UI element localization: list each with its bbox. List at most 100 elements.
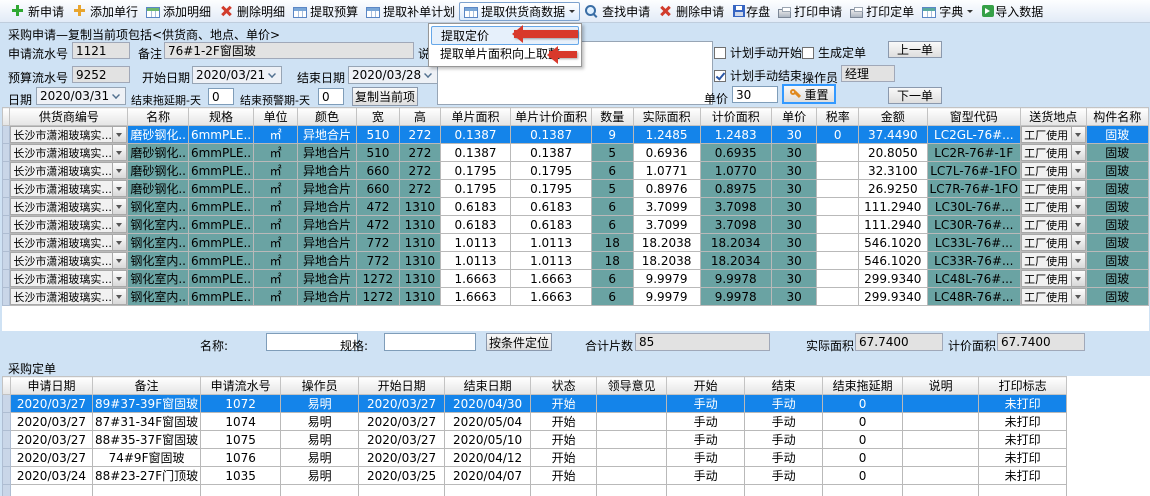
cell-unit[interactable]: ㎡ [254, 126, 298, 144]
cell-serial[interactable] [201, 485, 281, 496]
cell-delivery[interactable]: 工厂使用 [1021, 252, 1086, 270]
cell-price_area[interactable]: 3.7098 [700, 216, 771, 234]
cell-price_area[interactable]: 3.7098 [700, 198, 771, 216]
cell-print_flag[interactable] [979, 485, 1067, 496]
toolbar-button-delete-detail[interactable]: 删除明细 [215, 2, 289, 21]
cell-delivery[interactable]: 工厂使用 [1021, 126, 1086, 144]
cell-start[interactable]: 手动 [667, 467, 745, 485]
cell-price_area[interactable]: 9.9978 [700, 288, 771, 306]
cell-unit_price[interactable]: 30 [771, 198, 817, 216]
cell-delivery[interactable]: 工厂使用 [1021, 234, 1086, 252]
cell-amount[interactable]: 546.1020 [859, 252, 928, 270]
column-header-supplier[interactable]: 供货商编号 [10, 108, 128, 126]
cell-actual_area[interactable]: 3.7099 [633, 216, 700, 234]
cell-leader[interactable] [597, 395, 667, 413]
cell-amount[interactable]: 37.4490 [859, 126, 928, 144]
column-header-price_area[interactable]: 计价面积 [700, 108, 771, 126]
cell-leader[interactable] [597, 431, 667, 449]
cell-amount[interactable]: 111.2940 [859, 198, 928, 216]
cell-print_flag[interactable]: 未打印 [979, 395, 1067, 413]
cell-width[interactable]: 472 [356, 216, 399, 234]
cell-width[interactable]: 772 [356, 252, 399, 270]
generate-order-checkbox[interactable]: 生成定单 [802, 44, 866, 61]
cell-req_date[interactable]: 2020/03/27 [11, 395, 93, 413]
column-header-operator[interactable]: 操作员 [281, 377, 359, 395]
column-header-delay[interactable]: 结束拖延期 [823, 377, 903, 395]
cell-tax[interactable] [817, 252, 859, 270]
cell-note[interactable]: 74#9F窗固玻 [93, 449, 201, 467]
cell-piece_price_area[interactable]: 0.1795 [511, 162, 592, 180]
table-row[interactable] [3, 485, 1067, 496]
cell-name[interactable]: 钢化室内.. [128, 288, 189, 306]
cell-status[interactable]: 开始 [531, 431, 597, 449]
cell-sel[interactable] [3, 288, 10, 306]
column-header-width[interactable]: 宽 [356, 108, 399, 126]
cell-amount[interactable]: 546.1020 [859, 234, 928, 252]
cell-note[interactable]: 89#37-39F窗固玻 [93, 395, 201, 413]
cell-start_date[interactable]: 2020/03/27 [359, 413, 445, 431]
serial-input[interactable]: 1121 [72, 42, 130, 59]
cell-leader[interactable] [597, 485, 667, 496]
column-header-remark[interactable]: 说明 [903, 377, 979, 395]
dropdown-arrow-icon[interactable] [112, 271, 126, 286]
cell-print_flag[interactable]: 未打印 [979, 431, 1067, 449]
cell-part[interactable]: 固玻 [1086, 234, 1149, 252]
cell-unit[interactable]: ㎡ [254, 216, 298, 234]
cell-name[interactable]: 钢化室内.. [128, 234, 189, 252]
cell-win_code[interactable]: LC7L-76#-1FO [927, 162, 1021, 180]
cell-name[interactable]: 磨砂钢化.. [128, 162, 189, 180]
cell-width[interactable]: 660 [356, 162, 399, 180]
cell-start[interactable]: 手动 [667, 413, 745, 431]
cell-serial[interactable]: 1075 [201, 431, 281, 449]
cell-operator[interactable] [281, 485, 359, 496]
cell-part[interactable]: 固玻 [1086, 270, 1149, 288]
manual-end-checkbox[interactable]: 计划手动结束 [714, 67, 802, 84]
table-row[interactable]: 长沙市潇湘玻璃实...钢化室内..6mmPLE..㎡异地合片127213101.… [3, 270, 1149, 288]
toolbar-button-new-request[interactable]: 新申请 [6, 2, 68, 21]
cell-width[interactable]: 472 [356, 198, 399, 216]
cell-color[interactable]: 异地合片 [298, 162, 357, 180]
cell-end[interactable]: 手动 [745, 395, 823, 413]
cell-name[interactable]: 钢化室内.. [128, 198, 189, 216]
cell-sel[interactable] [3, 413, 11, 431]
cell-status[interactable]: 开始 [531, 467, 597, 485]
start-date-select[interactable]: 2020/03/21 [192, 66, 282, 84]
cell-part[interactable]: 固玻 [1086, 252, 1149, 270]
cell-end_date[interactable]: 2020/05/10 [445, 431, 531, 449]
column-header-leader[interactable]: 领导意见 [597, 377, 667, 395]
cell-tax[interactable] [817, 234, 859, 252]
cell-unit_price[interactable]: 30 [771, 252, 817, 270]
copy-current-button[interactable]: 复制当前项 [352, 87, 418, 106]
cell-name[interactable]: 磨砂钢化.. [128, 126, 189, 144]
column-header-req_date[interactable]: 申请日期 [11, 377, 93, 395]
cell-tax[interactable] [817, 198, 859, 216]
cell-unit[interactable]: ㎡ [254, 270, 298, 288]
end-delay-input[interactable]: 0 [208, 88, 234, 105]
cell-unit[interactable]: ㎡ [254, 234, 298, 252]
column-header-piece_area[interactable]: 单片面积 [440, 108, 510, 126]
cell-sel[interactable] [3, 485, 11, 496]
cell-end_date[interactable] [445, 485, 531, 496]
cell-req_date[interactable]: 2020/03/27 [11, 413, 93, 431]
cell-spec[interactable]: 6mmPLE.. [188, 126, 253, 144]
toolbar-button-delete-request[interactable]: 删除申请 [654, 2, 728, 21]
cell-piece_price_area[interactable]: 1.0113 [511, 234, 592, 252]
cell-part[interactable]: 固玻 [1086, 180, 1149, 198]
cell-supplier[interactable]: 长沙市潇湘玻璃实... [10, 234, 128, 252]
cell-qty[interactable]: 6 [591, 162, 633, 180]
cell-spec[interactable]: 6mmPLE.. [188, 288, 253, 306]
toolbar-button-extract-supplement-plan[interactable]: 提取补单计划 [362, 2, 459, 21]
cell-req_date[interactable]: 2020/03/24 [11, 467, 93, 485]
column-header-unit[interactable]: 单位 [254, 108, 298, 126]
cell-remark[interactable] [903, 449, 979, 467]
cell-req_date[interactable]: 2020/03/27 [11, 449, 93, 467]
note-input[interactable]: 76#1-2F窗固玻 [164, 42, 414, 59]
cell-name[interactable]: 磨砂钢化.. [128, 180, 189, 198]
cell-piece_price_area[interactable]: 0.1387 [511, 144, 592, 162]
cell-leader[interactable] [597, 449, 667, 467]
cell-part[interactable]: 固玻 [1086, 288, 1149, 306]
cell-unit[interactable]: ㎡ [254, 288, 298, 306]
cell-qty[interactable]: 18 [591, 252, 633, 270]
cell-height[interactable]: 272 [400, 180, 441, 198]
cell-supplier[interactable]: 长沙市潇湘玻璃实... [10, 126, 128, 144]
